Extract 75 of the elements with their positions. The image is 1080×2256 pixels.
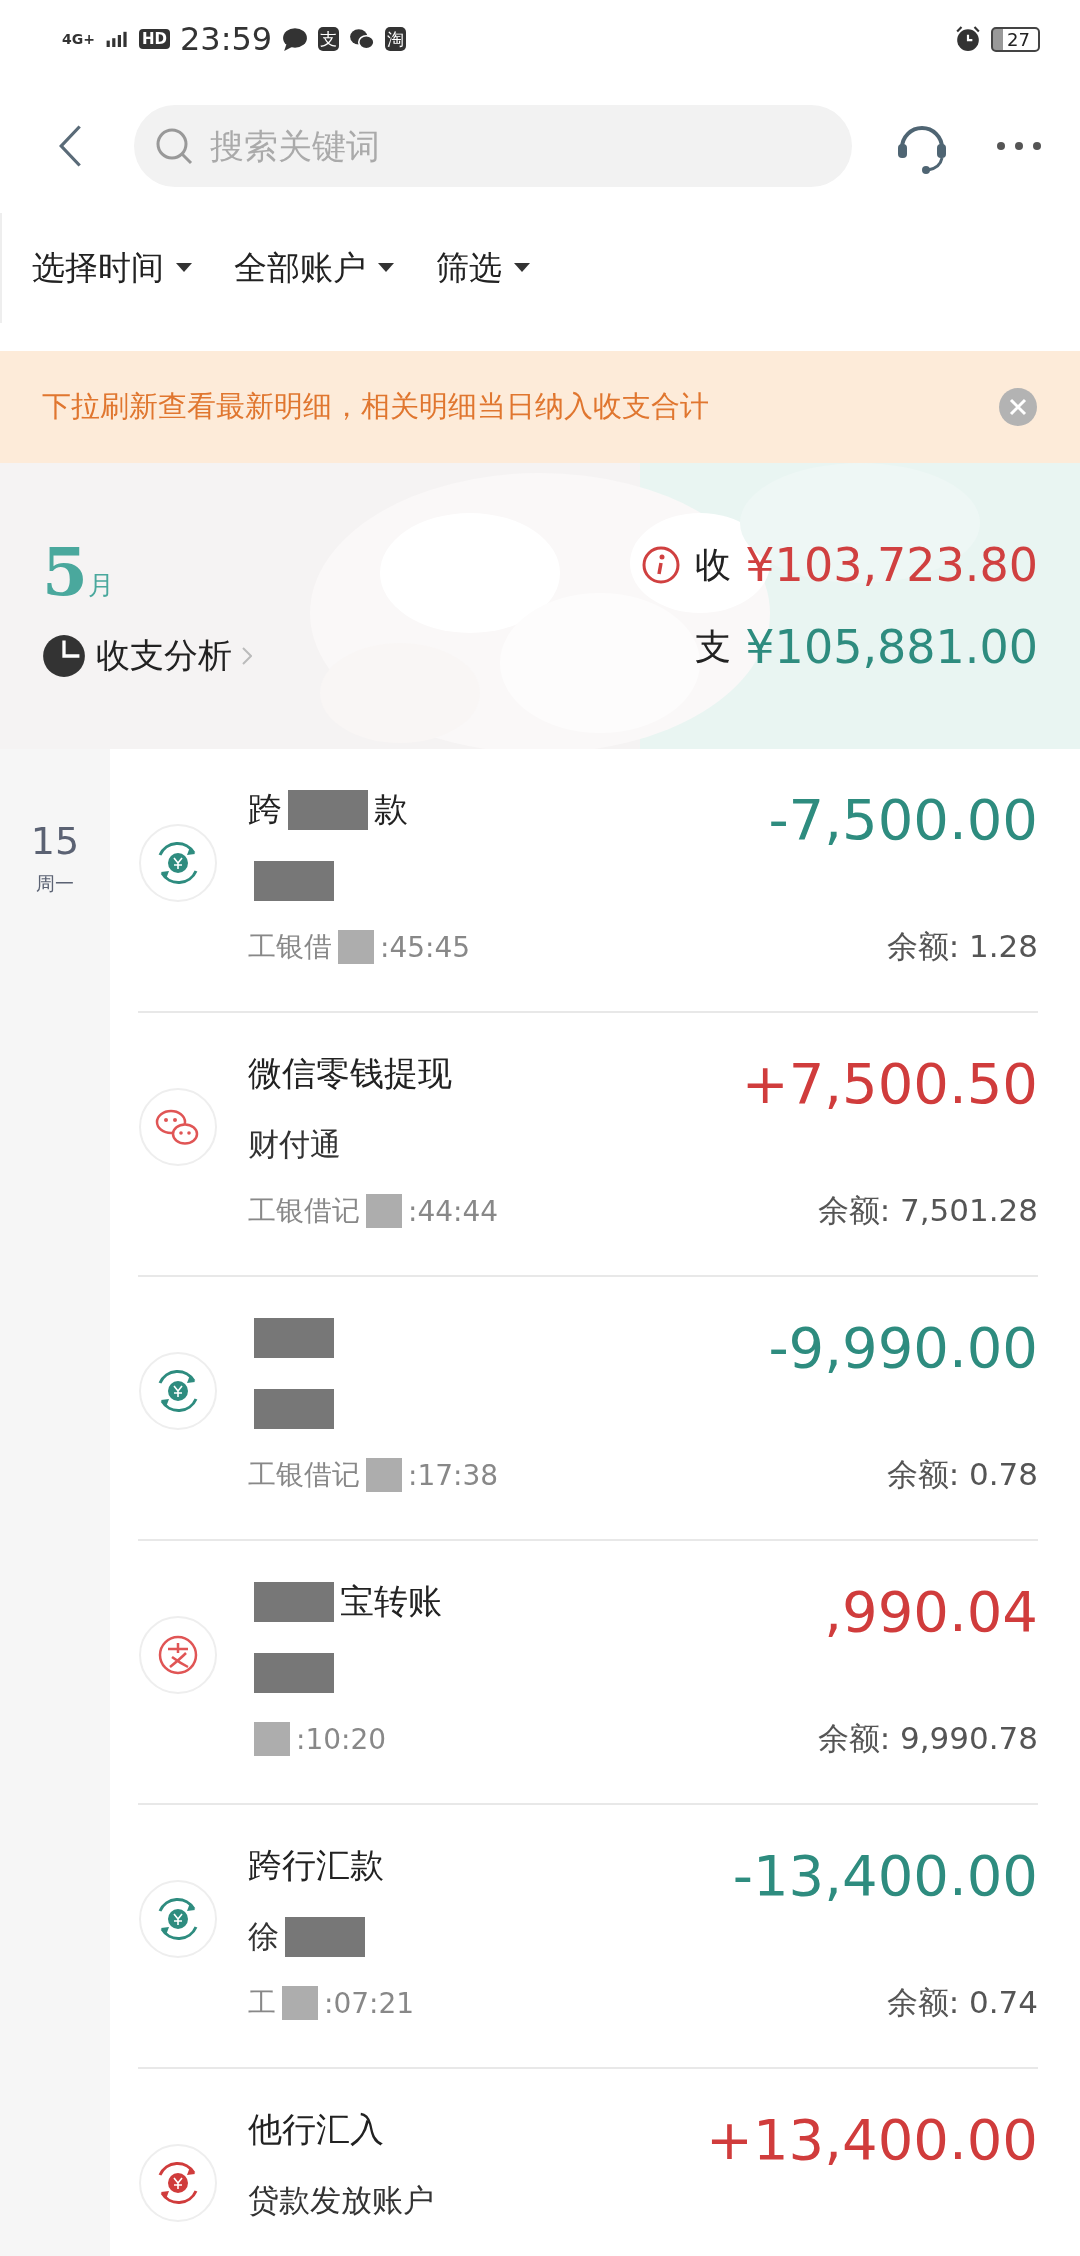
analysis-link[interactable]: 收支分析 <box>42 633 252 679</box>
hd-badge: HD <box>138 29 170 49</box>
account-time: 工银借记 <box>248 1457 360 1493</box>
counterparty: 徐 <box>248 1917 279 1956</box>
notice-text: 下拉刷新查看最新明细，相关明细当日纳入收支合计 <box>42 388 709 425</box>
chevron-icon <box>242 647 252 665</box>
counterparty: 财付通 <box>248 1125 341 1164</box>
filter-dropdown[interactable]: 选择时间 <box>32 245 192 291</box>
expense-label: 支 <box>695 624 732 669</box>
income-label: 收 <box>695 542 732 587</box>
signal-icon <box>104 30 129 48</box>
redaction-mark <box>282 1986 318 2020</box>
transaction-row[interactable]: 他行汇入 +13,400.00 贷款发放账户 <box>138 2069 1038 2256</box>
transaction-title: 宝转账 <box>340 1580 442 1623</box>
account-time: 工 <box>248 1985 276 2021</box>
app-notification-icon: 支 <box>318 27 340 51</box>
balance: 余额: 1.28 <box>886 927 1038 966</box>
account-time: :44:44 <box>408 1194 499 1228</box>
yuan-exchange-icon <box>138 1879 218 1959</box>
transaction-amount: -7,500.00 <box>768 787 1038 852</box>
transaction-title: 微信零钱提现 <box>248 1052 452 1095</box>
yuan-exchange-icon <box>138 1351 218 1431</box>
transaction-title: 他行汇入 <box>248 2108 384 2151</box>
transaction-row[interactable]: -9,990.00 工银借记 :17:38 余额: 0.78 <box>138 1277 1038 1541</box>
info-icon[interactable] <box>641 545 682 585</box>
account-time: 工银借记 <box>248 1193 360 1229</box>
battery-level: 27 <box>991 26 1040 52</box>
counterparty: 贷款发放账户 <box>248 2181 434 2220</box>
network-indicator: 4G+ <box>62 31 95 47</box>
redaction-mark <box>366 1458 402 1492</box>
caret-icon <box>514 263 530 273</box>
balance: 余额: 7,501.28 <box>817 1191 1038 1230</box>
transaction-row[interactable]: 跨行汇款 -13,400.00 徐 工 :07:21 余额: 0.74 <box>138 1805 1038 2069</box>
account-time: 工银借 <box>248 929 332 965</box>
chat-bubbles-icon <box>138 1087 218 1167</box>
transaction-row[interactable]: 微信零钱提现 +7,500.50 财付通 工银借记 :44:44 余额: 7,501.28 <box>138 1013 1038 1277</box>
caret-icon <box>378 263 394 273</box>
income-total: ¥103,723.80 <box>745 538 1038 592</box>
app-notification-icon: 淘 <box>385 27 407 51</box>
transaction-row[interactable]: 跨 款 -7,500.00 工银借 :45:45 余额: 1.28 <box>138 749 1038 1013</box>
more-icon[interactable] <box>996 140 1042 151</box>
clock-time: 23:59 <box>180 20 273 58</box>
search-field[interactable]: 搜索关键词 <box>134 104 852 187</box>
balance: 余额: 0.74 <box>886 1983 1038 2022</box>
transaction-amount: -9,990.00 <box>768 1315 1038 1380</box>
redaction-mark <box>338 930 374 964</box>
alarm-clock-icon <box>955 26 982 52</box>
balance: 余额: 0.78 <box>886 1455 1038 1494</box>
caret-icon <box>176 263 192 273</box>
filter-dropdown[interactable]: 筛选 <box>436 245 530 291</box>
seal-icon <box>138 1615 218 1695</box>
transaction-amount: ,990.04 <box>824 1579 1038 1644</box>
account-time: :17:38 <box>408 1458 499 1492</box>
weekday-label: 周一 <box>36 871 74 896</box>
transaction-title: 款 <box>374 788 408 831</box>
account-time: :07:21 <box>324 1986 415 2020</box>
transaction-amount: +7,500.50 <box>741 1051 1038 1116</box>
transaction-row[interactable]: 宝转账 ,990.04 :10:20 余额: 9,990.78 <box>138 1541 1038 1805</box>
balance: 余额: 9,990.78 <box>817 1719 1038 1758</box>
yuan-exchange-icon <box>138 2143 218 2223</box>
account-time: :10:20 <box>296 1722 387 1756</box>
yuan-exchange-icon <box>138 823 218 903</box>
chat-bubble-icon <box>282 26 309 52</box>
day-number: 15 <box>30 819 80 863</box>
redaction-mark <box>254 1722 290 1756</box>
expense-total: ¥105,881.00 <box>745 620 1038 674</box>
transaction-amount: +13,400.00 <box>706 2107 1038 2172</box>
transaction-title: 跨 <box>248 788 282 831</box>
back-icon[interactable] <box>58 123 84 168</box>
redaction-mark <box>366 1194 402 1228</box>
transaction-title: 跨行汇款 <box>248 1844 384 1887</box>
filter-dropdown[interactable]: 全部账户 <box>234 245 394 291</box>
account-time: :45:45 <box>380 930 471 964</box>
transaction-amount: -13,400.00 <box>732 1843 1038 1908</box>
month-label: 5 月 <box>42 533 115 611</box>
